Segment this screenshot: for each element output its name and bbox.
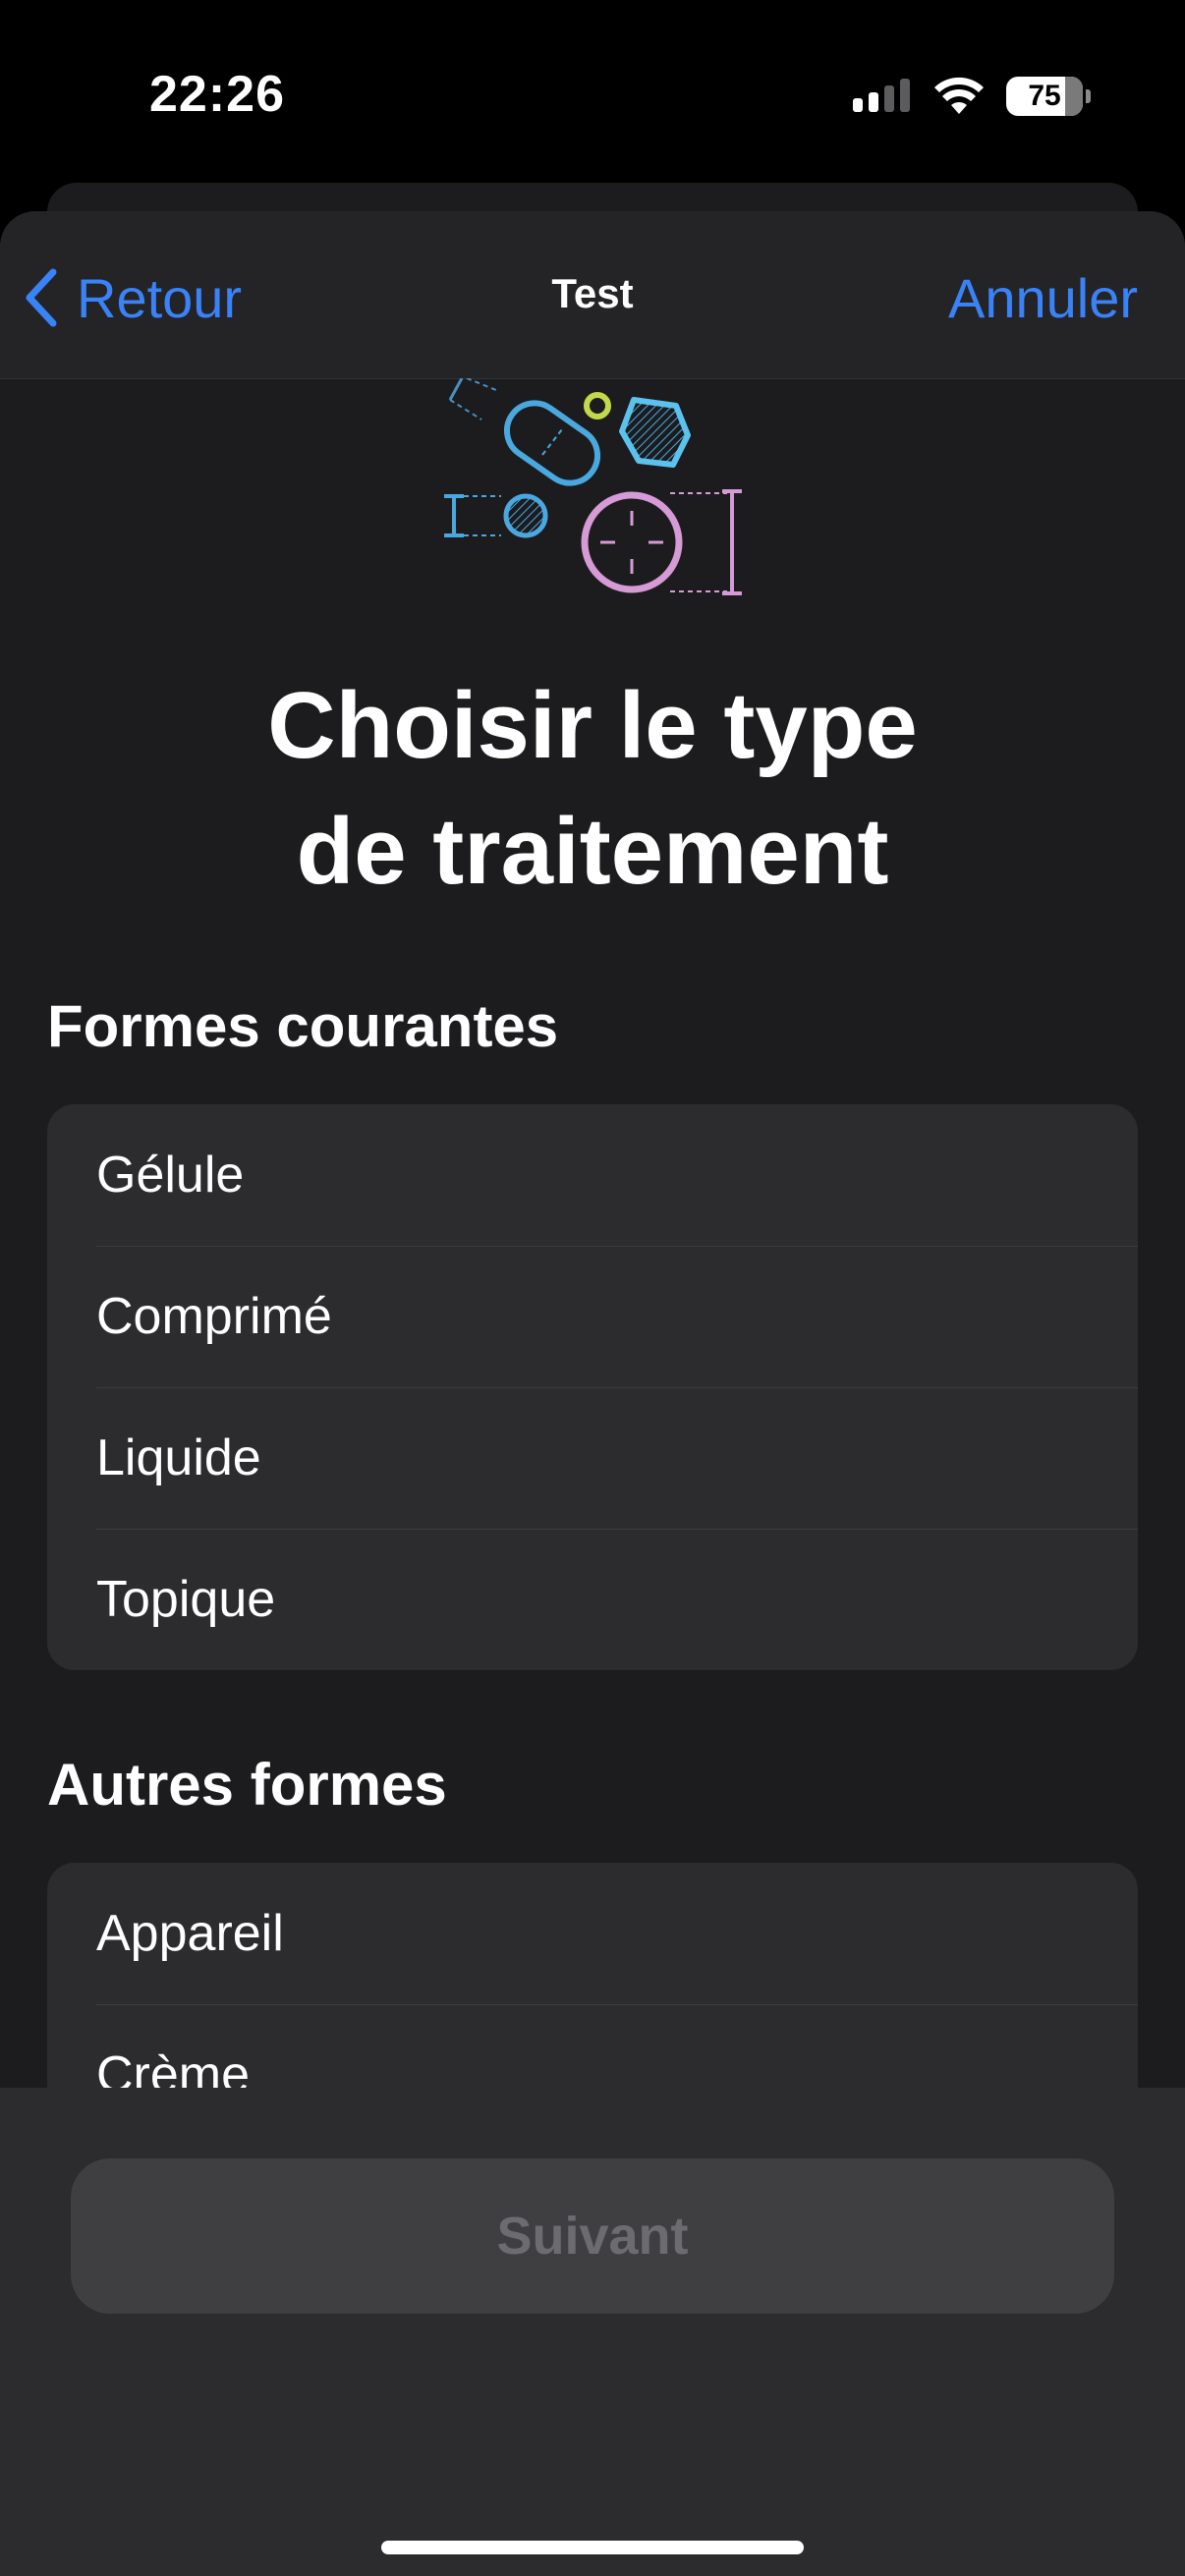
page-title-line-1: Choisir le type <box>267 673 918 778</box>
next-button[interactable]: Suivant <box>71 2158 1114 2314</box>
section-header-other: Autres formes <box>47 1752 447 1818</box>
page-title: Choisir le type de traitement <box>0 663 1185 915</box>
list-item-liquide[interactable]: Liquide <box>47 1387 1138 1529</box>
section-header-common: Formes courantes <box>47 993 559 1059</box>
battery-level: 75 <box>1028 80 1061 112</box>
list-item-appareil[interactable]: Appareil <box>47 1863 1138 2004</box>
status-time: 22:26 <box>149 66 285 123</box>
page-title-line-2: de traitement <box>296 799 889 904</box>
cancel-button[interactable]: Annuler <box>948 258 1138 337</box>
list-item-gelule[interactable]: Gélule <box>47 1104 1138 1246</box>
battery-icon: 75 <box>1006 77 1091 116</box>
list-item-topique[interactable]: Topique <box>47 1529 1138 1670</box>
wifi-icon <box>934 77 984 114</box>
common-forms-list: Gélule Comprimé Liquide Topique <box>47 1104 1138 1670</box>
home-indicator[interactable] <box>381 2541 804 2554</box>
status-icons: 75 <box>853 73 1091 120</box>
navigation-bar: Retour Test Annuler <box>0 211 1185 379</box>
status-bar: 22:26 75 <box>0 0 1185 187</box>
cellular-signal-icon <box>853 79 910 112</box>
medication-shapes-illustration <box>444 378 742 595</box>
list-item-comprime[interactable]: Comprimé <box>47 1246 1138 1387</box>
